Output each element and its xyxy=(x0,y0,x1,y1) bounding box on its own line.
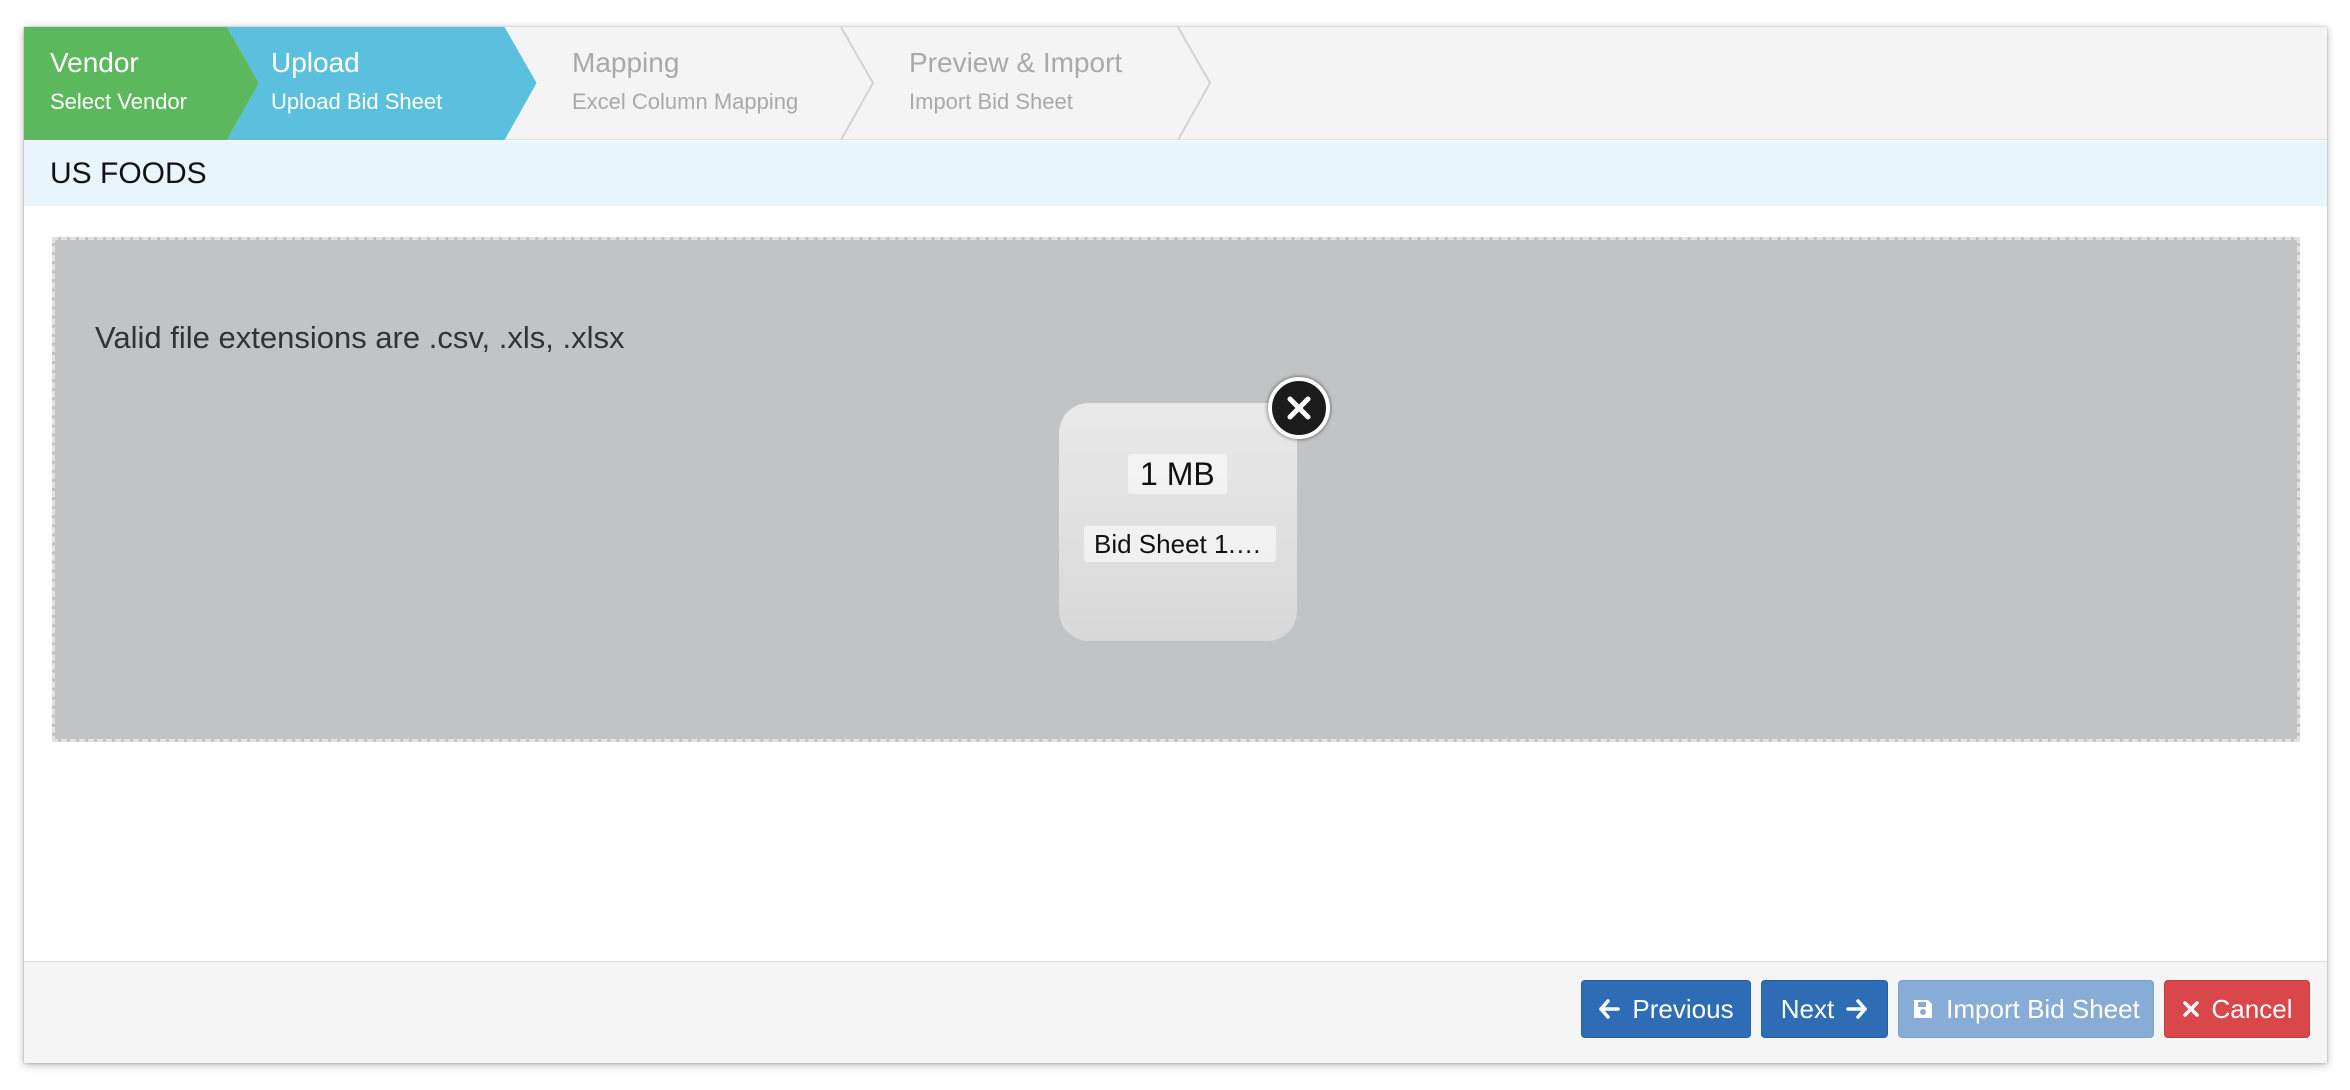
step-upload-subtitle: Upload Bid Sheet xyxy=(271,89,443,114)
import-bid-sheet-button-label: Import Bid Sheet xyxy=(1946,993,2140,1024)
next-button[interactable]: Next xyxy=(1761,980,1888,1038)
step-upload-title: Upload xyxy=(271,47,360,78)
wizard-footer: Previous Next Import Bid Sheet Cancel xyxy=(24,961,2327,1063)
save-icon xyxy=(1914,1000,1933,1018)
file-dropzone[interactable]: Valid file extensions are .csv, .xls, .x… xyxy=(52,237,2300,742)
file-size: 1 MB xyxy=(1128,454,1227,494)
times-icon xyxy=(2182,1001,2199,1017)
dropzone-message: Valid file extensions are .csv, .xls, .x… xyxy=(95,320,625,355)
next-button-label: Next xyxy=(1780,993,1835,1024)
vendor-name-header: US FOODS xyxy=(24,141,2327,206)
import-bid-sheet-button[interactable]: Import Bid Sheet xyxy=(1898,980,2154,1038)
previous-button[interactable]: Previous xyxy=(1581,980,1751,1038)
file-name: Bid Sheet 1.xl… xyxy=(1084,526,1276,562)
step-vendor[interactable]: Vendor Select Vendor xyxy=(24,27,234,140)
step-mapping[interactable]: Mapping Excel Column Mapping xyxy=(544,27,844,140)
step-mapping-subtitle: Excel Column Mapping xyxy=(572,89,799,114)
cancel-button[interactable]: Cancel xyxy=(2164,980,2310,1038)
uploaded-file-preview: 1 MB Bid Sheet 1.xl… xyxy=(1059,403,1297,641)
cancel-button-label: Cancel xyxy=(2211,993,2293,1024)
step-preview-import[interactable]: Preview & Import Import Bid Sheet xyxy=(884,27,1184,140)
arrow-left-icon xyxy=(1599,999,1621,1019)
step-vendor-subtitle: Select Vendor xyxy=(50,89,187,114)
arrow-right-icon xyxy=(1846,999,1867,1019)
bid-sheet-import-wizard: Vendor Select Vendor Upload Upload Bid S… xyxy=(24,27,2327,1063)
step-preview-import-title: Preview & Import xyxy=(909,47,1123,78)
wizard-steps: Vendor Select Vendor Upload Upload Bid S… xyxy=(24,27,2327,140)
step-vendor-title: Vendor xyxy=(50,47,139,78)
previous-button-label: Previous xyxy=(1632,993,1734,1024)
remove-file-button[interactable] xyxy=(1268,377,1330,439)
step-mapping-title: Mapping xyxy=(572,47,680,78)
step-preview-import-subtitle: Import Bid Sheet xyxy=(909,89,1073,114)
close-circle-icon xyxy=(1287,396,1311,420)
step-upload[interactable]: Upload Upload Bid Sheet xyxy=(244,27,524,140)
